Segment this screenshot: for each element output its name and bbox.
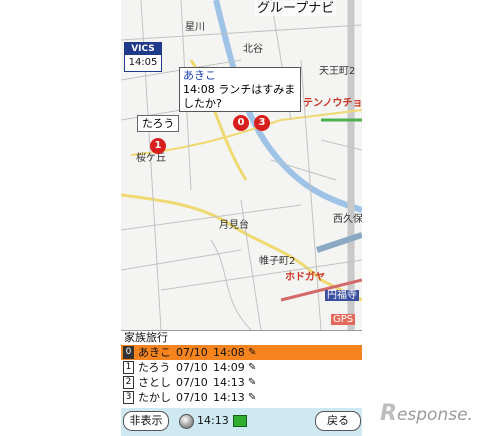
app-title: グループナビ (255, 1, 337, 16)
pencil-icon: ✎ (248, 362, 257, 373)
member-number: 2 (123, 376, 134, 389)
vics-indicator: VICS 14:05 (124, 42, 162, 72)
member-row[interactable]: 1 たろう 07/10 14:09 ✎ (121, 360, 362, 375)
globe-icon (179, 414, 194, 429)
member-number: 3 (123, 391, 134, 404)
member-pin-0[interactable]: 0 (233, 115, 249, 131)
member-time: 14:08 (213, 346, 245, 359)
member-name: たかし (138, 391, 171, 404)
battery-icon (233, 415, 247, 427)
group-title: 家族旅行 (124, 331, 168, 344)
member-date: 07/10 (176, 376, 208, 389)
member-time: 14:13 (213, 391, 245, 404)
member-date: 07/10 (176, 391, 208, 404)
member-number: 0 (123, 346, 134, 359)
map-label-kitakai: 北谷 (243, 44, 263, 55)
map-label-tenno: テンノウチョウ (303, 98, 362, 109)
member-date: 07/10 (176, 361, 208, 374)
member-name: さとし (138, 376, 171, 389)
member-row[interactable]: 3 たかし 07/10 14:13 ✎ (121, 390, 362, 405)
watermark-text: esponse. (396, 405, 473, 425)
pencil-icon: ✎ (248, 392, 257, 403)
map-label-enpukuji: 円福寺 (325, 290, 359, 301)
response-watermark: Response. (380, 401, 473, 426)
map-label-tenno2: 天王町2 (319, 66, 356, 77)
member-list-panel: 家族旅行 0 あきこ 07/10 14:08 ✎ 1 たろう 07/10 14:… (121, 330, 362, 409)
member-pin-1[interactable]: 1 (150, 138, 166, 154)
member-name: たろう (138, 361, 171, 374)
member-row[interactable]: 2 さとし 07/10 14:13 ✎ (121, 375, 362, 390)
member-number: 1 (123, 361, 134, 374)
member-tag-taro[interactable]: たろう (137, 115, 180, 132)
map-label-kataoka: 帷子町2 (259, 256, 296, 267)
phone-screen: グループナビ VICS 14:05 星川 天王町2 テンノウチョウ 桜ケ丘 月見… (121, 0, 362, 436)
map-label-nishikubo: 西久保 (333, 214, 362, 225)
pencil-icon: ✎ (248, 377, 257, 388)
hide-button[interactable]: 非表示 (123, 411, 169, 431)
map-label-sakuragaoka: 桜ケ丘 (136, 153, 166, 164)
vics-time: 14:05 (128, 57, 158, 68)
callout-name: あきこ (183, 69, 216, 82)
member-time: 14:13 (213, 376, 245, 389)
member-time: 14:09 (213, 361, 245, 374)
map-label-hoshikawa: 星川 (185, 22, 205, 33)
map-view[interactable]: グループナビ VICS 14:05 星川 天王町2 テンノウチョウ 桜ケ丘 月見… (121, 0, 362, 330)
member-pin-3[interactable]: 3 (254, 115, 270, 131)
map-label-hodogaya: ホドガヤ (285, 272, 325, 283)
back-button[interactable]: 戻る (315, 411, 361, 431)
vics-label: VICS (125, 43, 161, 55)
member-date: 07/10 (176, 346, 208, 359)
callout-message: 14:08 ランチはすみましたか? (183, 83, 296, 110)
message-callout[interactable]: あきこ 14:08 ランチはすみましたか? (179, 67, 301, 112)
gps-badge: GPS (331, 314, 356, 325)
watermark-mark: R (380, 401, 397, 426)
pencil-icon: ✎ (248, 347, 257, 358)
member-row[interactable]: 0 あきこ 07/10 14:08 ✎ (121, 345, 362, 360)
member-name: あきこ (138, 346, 171, 359)
softkey-bar: 非表示 14:13 戻る (121, 408, 362, 436)
map-label-tsukimidai: 月見台 (219, 220, 249, 231)
status-time: 14:13 (197, 414, 229, 427)
